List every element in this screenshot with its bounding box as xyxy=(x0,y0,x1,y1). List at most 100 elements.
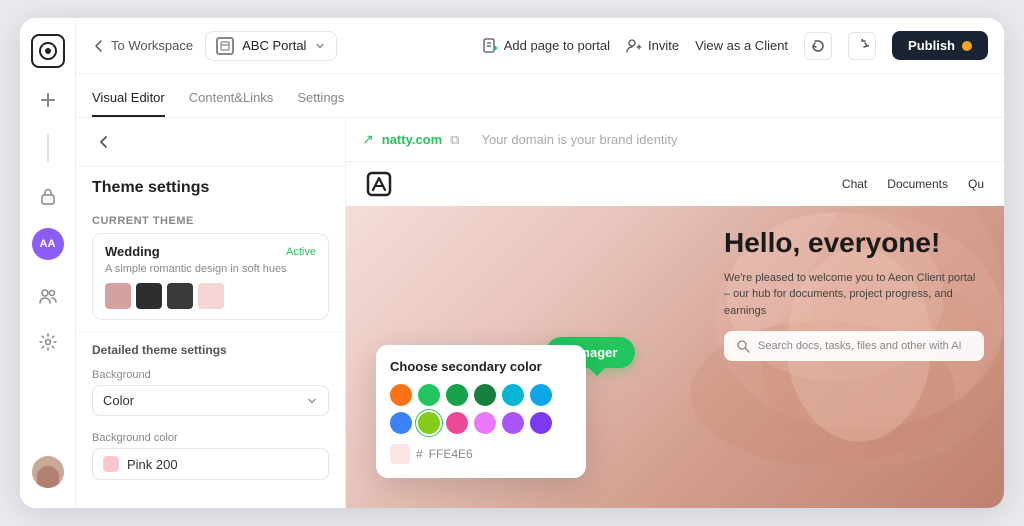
color-violet[interactable] xyxy=(530,412,552,434)
url-bar-inner: ↗ natty.com ⧉ xyxy=(362,131,459,148)
hero-section: Hello, everyone! We're pleased to welcom… xyxy=(346,206,1004,508)
hash-symbol: # xyxy=(416,447,423,461)
theme-swatch-2 xyxy=(136,283,162,309)
nav-chat[interactable]: Chat xyxy=(842,177,867,191)
color-green-3[interactable] xyxy=(474,384,496,406)
color-sky[interactable] xyxy=(530,384,552,406)
invite-label: Invite xyxy=(648,38,679,53)
hero-search[interactable]: Search docs, tasks, files and other with… xyxy=(724,331,984,361)
website-nav: Chat Documents Qu xyxy=(346,162,1004,206)
color-hex-swatch xyxy=(390,444,410,464)
settings-panel: Theme settings Current theme Wedding Act… xyxy=(76,118,346,508)
aa-badge[interactable]: AA xyxy=(32,228,64,260)
redo-button[interactable] xyxy=(848,32,876,60)
color-hex-row: # FFE4E6 xyxy=(390,444,572,464)
url-text[interactable]: natty.com xyxy=(382,132,442,147)
portal-selector[interactable]: ABC Portal xyxy=(205,31,337,61)
background-select[interactable]: Color xyxy=(92,385,329,416)
publish-status-dot xyxy=(962,41,972,51)
theme-desc: A simple romantic design in soft hues xyxy=(105,263,316,275)
preview-panel: ↗ natty.com ⧉ Your domain is your brand … xyxy=(346,118,1004,508)
users-icon[interactable] xyxy=(34,282,62,310)
detailed-section-title: Detailed theme settings xyxy=(76,332,345,363)
color-pink[interactable] xyxy=(446,412,468,434)
sidebar-divider xyxy=(47,134,49,162)
color-fuchsia[interactable] xyxy=(474,412,496,434)
add-page-button[interactable]: Add page to portal xyxy=(482,38,610,54)
back-link-label: To Workspace xyxy=(111,38,193,53)
bg-color-preview[interactable]: Pink 200 xyxy=(92,448,329,480)
color-purple[interactable] xyxy=(502,412,524,434)
color-cyan[interactable] xyxy=(502,384,524,406)
bg-color-label: Background color xyxy=(76,426,345,448)
color-blue[interactable] xyxy=(390,412,412,434)
color-green-1[interactable] xyxy=(418,384,440,406)
editor-area: Theme settings Current theme Wedding Act… xyxy=(76,118,1004,508)
add-icon[interactable] xyxy=(34,86,62,114)
avatar[interactable] xyxy=(32,456,64,488)
invite-button[interactable]: Invite xyxy=(626,38,679,54)
sidebar-logo[interactable] xyxy=(31,34,65,68)
hero-content: Hello, everyone! We're pleased to welcom… xyxy=(724,226,984,361)
theme-active-badge: Active xyxy=(286,246,316,258)
search-placeholder: Search docs, tasks, files and other with… xyxy=(758,340,962,352)
gear-icon[interactable] xyxy=(34,328,62,356)
background-label: Background xyxy=(76,363,345,385)
website-logo xyxy=(366,171,392,197)
publish-label: Publish xyxy=(908,38,955,53)
publish-button[interactable]: Publish xyxy=(892,31,988,60)
search-icon xyxy=(736,339,750,353)
view-client-label: View as a Client xyxy=(695,38,788,53)
color-orange[interactable] xyxy=(390,384,412,406)
portal-name: ABC Portal xyxy=(242,38,306,53)
tabs-bar: Visual Editor Content&Links Settings xyxy=(76,74,1004,118)
background-value: Color xyxy=(103,393,134,408)
website-nav-links: Chat Documents Qu xyxy=(842,177,984,191)
color-green-2[interactable] xyxy=(446,384,468,406)
main-content: To Workspace ABC Portal xyxy=(76,18,1004,508)
view-client-button[interactable]: View as a Client xyxy=(695,38,788,53)
tab-content-links[interactable]: Content&Links xyxy=(189,90,274,117)
color-lime[interactable] xyxy=(418,412,440,434)
settings-back-button[interactable] xyxy=(92,130,116,154)
invite-icon xyxy=(626,38,642,54)
color-picker-popup: Choose secondary color xyxy=(376,345,586,478)
url-link-icon: ↗ xyxy=(362,131,374,148)
tab-settings[interactable]: Settings xyxy=(297,90,344,117)
color-hex-value[interactable]: FFE4E6 xyxy=(429,447,473,461)
bg-color-dot xyxy=(103,456,119,472)
undo-button[interactable] xyxy=(804,32,832,60)
theme-swatch-4 xyxy=(198,283,224,309)
hero-title: Hello, everyone! xyxy=(724,226,984,260)
settings-panel-header xyxy=(76,118,345,167)
back-link[interactable]: To Workspace xyxy=(92,38,193,53)
add-page-icon xyxy=(482,38,498,54)
color-picker-title: Choose secondary color xyxy=(390,359,572,374)
theme-name: Wedding xyxy=(105,244,160,259)
portal-icon xyxy=(216,37,234,55)
topbar: To Workspace ABC Portal xyxy=(76,18,1004,74)
topbar-actions: Add page to portal Invite View as a Clie… xyxy=(482,31,988,60)
theme-colors xyxy=(105,283,316,309)
theme-swatch-1 xyxy=(105,283,131,309)
add-page-label: Add page to portal xyxy=(504,38,610,53)
hero-desc: We're pleased to welcome you to Aeon Cli… xyxy=(724,270,984,320)
theme-swatch-3 xyxy=(167,283,193,309)
tab-visual-editor[interactable]: Visual Editor xyxy=(92,90,165,117)
current-theme-label: Current theme xyxy=(76,205,345,233)
website-preview: Chat Documents Qu xyxy=(346,162,1004,508)
nav-more[interactable]: Qu xyxy=(968,177,984,191)
color-grid xyxy=(390,384,572,434)
nav-documents[interactable]: Documents xyxy=(887,177,948,191)
chevron-down-icon xyxy=(314,40,326,52)
copy-url-icon[interactable]: ⧉ xyxy=(450,132,459,148)
theme-card[interactable]: Wedding Active A simple romantic design … xyxy=(92,233,329,320)
lock-icon[interactable] xyxy=(34,182,62,210)
preview-url-bar: ↗ natty.com ⧉ Your domain is your brand … xyxy=(346,118,1004,162)
sidebar: AA xyxy=(20,18,76,508)
bg-color-name: Pink 200 xyxy=(127,457,178,472)
settings-title: Theme settings xyxy=(76,167,345,205)
theme-card-header: Wedding Active xyxy=(105,244,316,259)
url-tagline: Your domain is your brand identity xyxy=(481,132,677,147)
chevron-select-icon xyxy=(306,395,318,407)
